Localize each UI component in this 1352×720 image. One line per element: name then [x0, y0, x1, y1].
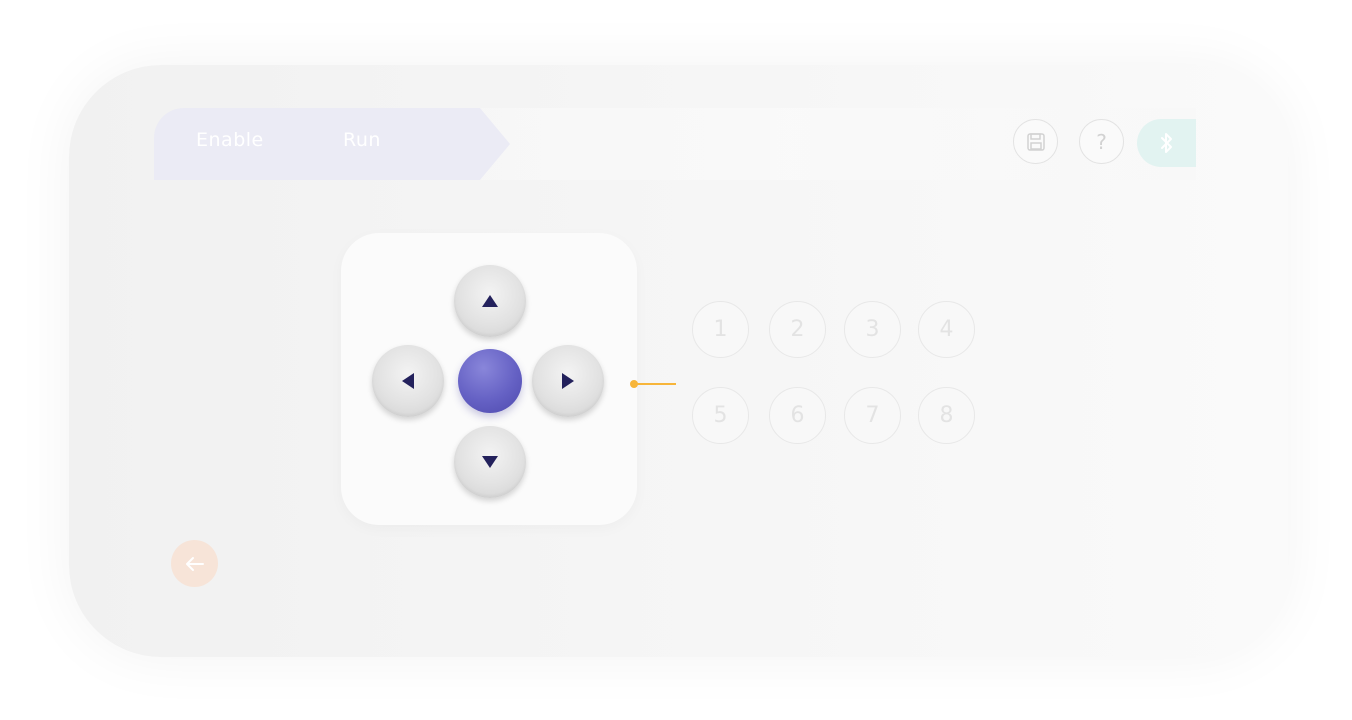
- number-button-2[interactable]: 2: [769, 301, 826, 358]
- dpad-card: [341, 233, 637, 525]
- controller-panel: Enable Run ? 1 2 3 4 5 6 7 8: [69, 65, 1288, 657]
- number-button-3[interactable]: 3: [844, 301, 901, 358]
- help-button[interactable]: ?: [1079, 119, 1124, 164]
- bluetooth-button[interactable]: [1137, 119, 1196, 167]
- number-button-7[interactable]: 7: [844, 387, 901, 444]
- bluetooth-icon: [1160, 133, 1172, 153]
- connector-dot: [630, 380, 638, 388]
- center-joystick[interactable]: [458, 349, 522, 413]
- number-button-5[interactable]: 5: [692, 387, 749, 444]
- back-button[interactable]: [171, 540, 218, 587]
- mode-run[interactable]: Run: [343, 129, 381, 151]
- triangle-up-icon: [482, 295, 498, 307]
- dpad-left-button[interactable]: [372, 345, 444, 417]
- save-icon: [1026, 132, 1045, 151]
- triangle-left-icon: [402, 373, 414, 389]
- dpad-right-button[interactable]: [532, 345, 604, 417]
- dpad-up-button[interactable]: [454, 265, 526, 337]
- mode-enable[interactable]: Enable: [196, 129, 264, 151]
- number-button-8[interactable]: 8: [918, 387, 975, 444]
- help-icon: ?: [1096, 129, 1107, 154]
- dpad-down-button[interactable]: [454, 426, 526, 498]
- number-button-4[interactable]: 4: [918, 301, 975, 358]
- mode-selector: Enable Run: [154, 108, 514, 180]
- triangle-right-icon: [562, 373, 574, 389]
- triangle-down-icon: [482, 456, 498, 468]
- number-button-6[interactable]: 6: [769, 387, 826, 444]
- arrow-left-icon: [185, 556, 204, 571]
- connector-line: [634, 383, 676, 385]
- number-button-1[interactable]: 1: [692, 301, 749, 358]
- save-button[interactable]: [1013, 119, 1058, 164]
